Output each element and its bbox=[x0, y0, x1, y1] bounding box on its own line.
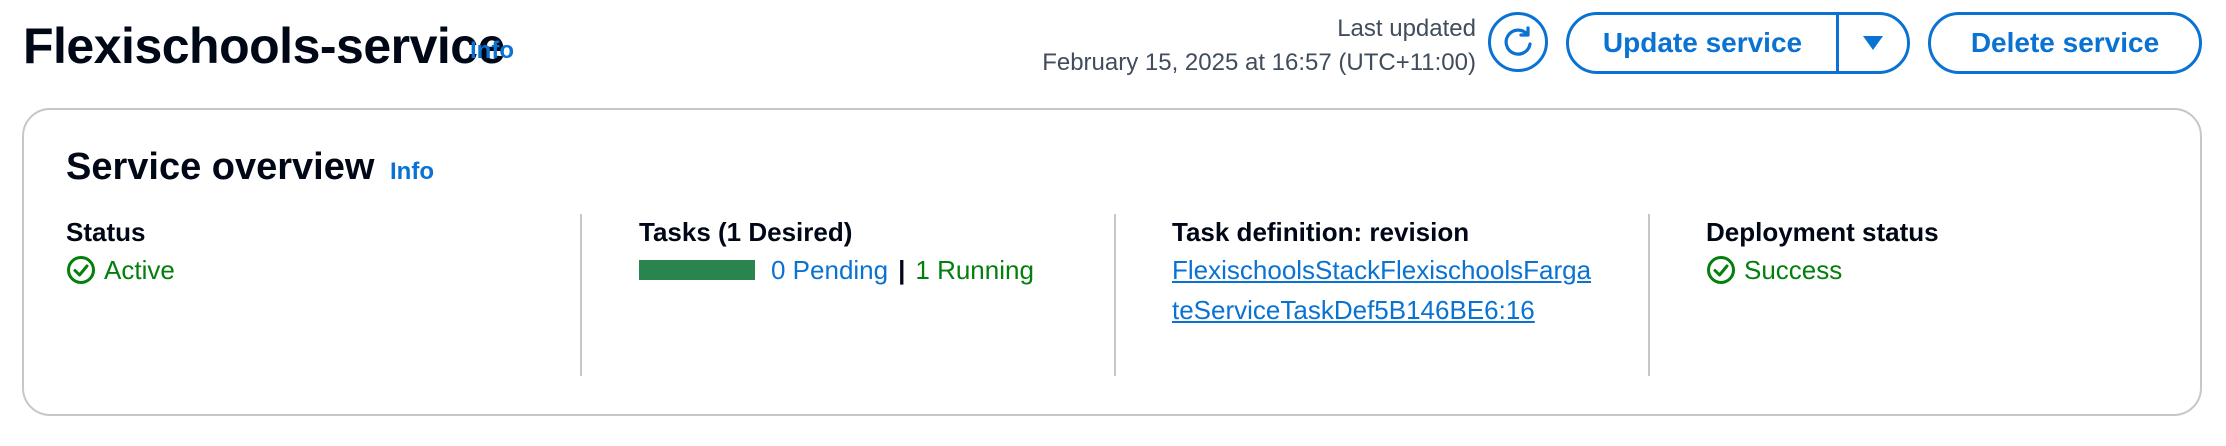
running-tasks-link[interactable]: 1 Running bbox=[915, 250, 1034, 290]
status-text: Active bbox=[104, 255, 175, 285]
update-service-dropdown[interactable] bbox=[1839, 15, 1907, 71]
page-title: Flexischools-service bbox=[23, 18, 505, 74]
update-service-button[interactable]: Update service bbox=[1569, 15, 1836, 71]
service-overview-panel: Service overview Info Status Active Task… bbox=[22, 108, 2202, 416]
column-divider bbox=[1114, 214, 1116, 376]
task-definition-label: Task definition: revision bbox=[1172, 217, 1470, 247]
caret-down-icon bbox=[1863, 36, 1883, 50]
deployment-status-value: Success bbox=[1706, 250, 2166, 290]
tasks-label: Tasks (1 Desired) bbox=[639, 217, 853, 247]
update-service-split-button: Update service bbox=[1566, 12, 1910, 74]
deployment-status-text: Success bbox=[1744, 255, 1843, 285]
title-info-link[interactable]: Info bbox=[470, 37, 514, 65]
check-circle-icon bbox=[1706, 255, 1736, 285]
status-column: Status Active bbox=[66, 214, 586, 378]
tasks-separator: | bbox=[898, 255, 906, 285]
tasks-column: Tasks (1 Desired) 0 Pending | 1 Running bbox=[639, 214, 1139, 378]
delete-service-button[interactable]: Delete service bbox=[1928, 12, 2202, 74]
status-value: Active bbox=[66, 250, 586, 290]
check-circle-icon bbox=[66, 255, 96, 285]
refresh-icon bbox=[1504, 26, 1532, 56]
refresh-button[interactable] bbox=[1488, 12, 1548, 72]
overview-info-link[interactable]: Info bbox=[390, 158, 434, 186]
last-updated-label: Last updated bbox=[1337, 15, 1476, 42]
deployment-column: Deployment status Success bbox=[1706, 214, 2166, 378]
tasks-value: 0 Pending | 1 Running bbox=[639, 250, 1139, 290]
column-divider bbox=[1648, 214, 1650, 376]
task-definition-column: Task definition: revision FlexischoolsSt… bbox=[1172, 214, 1652, 378]
tasks-progress-bar bbox=[639, 260, 755, 280]
pending-tasks-link[interactable]: 0 Pending bbox=[771, 250, 888, 290]
last-updated-value: February 15, 2025 at 16:57 (UTC+11:00) bbox=[1042, 49, 1476, 76]
page-header: Flexischools-service Info Last updated F… bbox=[0, 0, 2226, 100]
last-updated: Last updated February 15, 2025 at 16:57 … bbox=[1042, 12, 1476, 80]
deployment-status-label: Deployment status bbox=[1706, 217, 1939, 247]
service-overview-title: Service overview bbox=[66, 146, 375, 188]
status-label: Status bbox=[66, 217, 146, 247]
column-divider bbox=[580, 214, 582, 376]
task-definition-link[interactable]: FlexischoolsStackFlexischoolsFargateServ… bbox=[1172, 250, 1592, 330]
